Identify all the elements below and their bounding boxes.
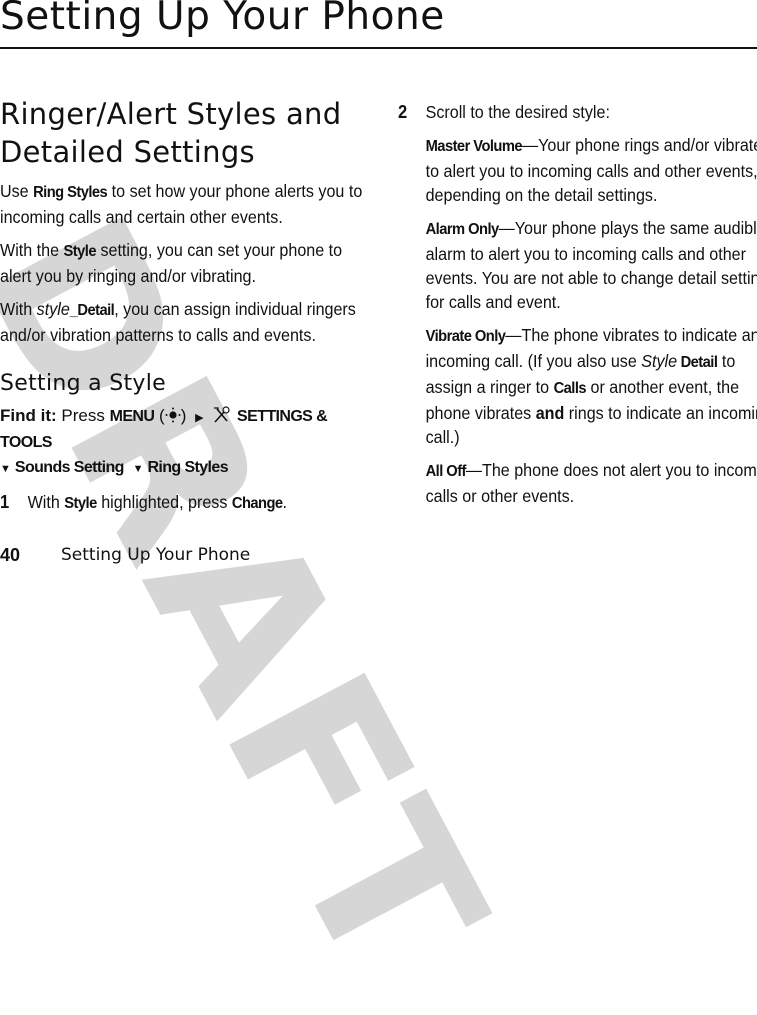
option-term: Alarm Only [425, 221, 500, 238]
menu-path-item: Ring Styles [147, 459, 228, 476]
text: With the [0, 240, 64, 260]
arrow-down-icon: ▼ [0, 463, 11, 475]
text: With [27, 492, 65, 512]
intro-paragraph: With the Style setting, you can set your… [0, 238, 368, 288]
menu-path-item: Sounds Setting [14, 459, 125, 476]
intro-paragraph: With style_Detail, you can assign indivi… [0, 297, 368, 347]
style-option-vibrate-only: Vibrate Only—The phone vibrates to indic… [398, 323, 757, 449]
arrow-right-icon: ▶ [195, 412, 204, 424]
intro-paragraph: Use Ring Styles to set how your phone al… [0, 179, 368, 229]
title-divider [0, 47, 757, 49]
option-term: All Off [425, 463, 467, 480]
style-option-master-volume: Master Volume—Your phone rings and/or vi… [398, 133, 757, 207]
menu-term: Style [64, 495, 97, 512]
step-2: 2 Scroll to the desired style: [398, 100, 757, 124]
style-option-alarm-only: Alarm Only—Your phone plays the same aud… [398, 216, 757, 314]
menu-term: Style [63, 243, 97, 260]
option-term: Master Volume [425, 138, 523, 155]
settings-tools-icon [214, 406, 230, 423]
text: highlighted, press [96, 492, 232, 512]
menu-term: Calls [553, 380, 587, 397]
right-column: 2 Scroll to the desired style: Master Vol… [398, 100, 757, 517]
emphasis: and [535, 403, 565, 423]
nav-key-icon [165, 407, 181, 423]
step-number: 1 [0, 492, 10, 512]
menu-key-label: MENU [109, 408, 155, 425]
text: Scroll to the desired style: [425, 102, 610, 122]
text: With [0, 299, 37, 319]
menu-term: _Detail [69, 302, 115, 319]
style-option-all-off: All Off—The phone does not alert you to … [398, 458, 757, 508]
find-it-label: Find it: [0, 406, 57, 425]
page-number: 40 [0, 545, 21, 565]
step-1: 1 With Style highlighted, press Change. [0, 490, 395, 516]
text: . [282, 492, 288, 512]
italic-term: Style [641, 351, 678, 371]
text: Use [0, 181, 34, 201]
text: —The phone does not alert you to incomin… [425, 460, 757, 506]
arrow-down-icon: ▼ [132, 463, 144, 475]
italic-term: style [36, 299, 70, 319]
find-it-path: Find it: Press MENU ( ) ▶ SETTINGS & TOO… [0, 406, 328, 476]
menu-term: Ring Styles [33, 184, 108, 201]
text: Press [61, 406, 105, 425]
left-column: Ringer/Alert Styles and Detailed Setting… [0, 95, 370, 525]
step-number: 2 [398, 102, 408, 122]
menu-term: Detail [677, 354, 718, 371]
softkey-term: Change [231, 495, 283, 512]
option-term: Vibrate Only [425, 328, 506, 345]
page-title: Setting Up Your Phone [0, 0, 445, 39]
section-heading: Ringer/Alert Styles and Detailed Setting… [0, 97, 342, 169]
subsection-heading: Setting a Style [0, 371, 166, 396]
footer-chapter-title: Setting Up Your Phone [61, 545, 251, 565]
